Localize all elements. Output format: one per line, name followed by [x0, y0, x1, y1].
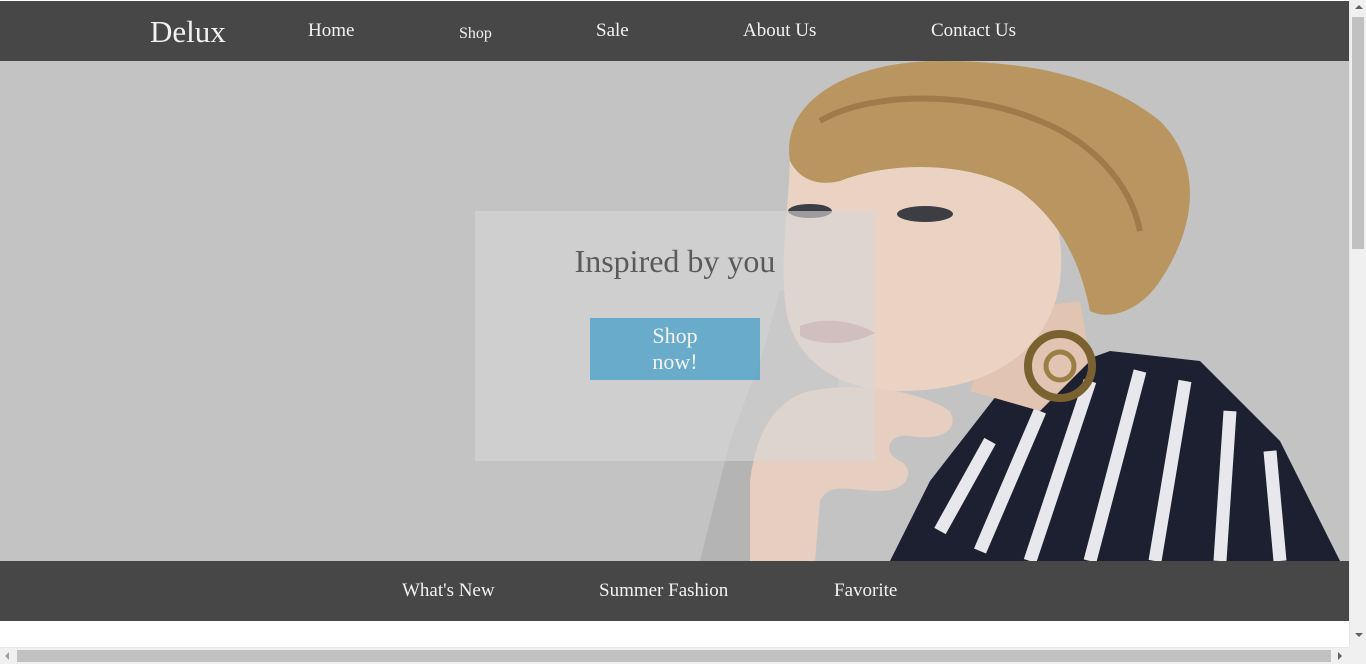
category-link-summer-fashion[interactable]: Summer Fashion — [599, 580, 728, 602]
horizontal-scroll-thumb[interactable] — [17, 650, 1331, 662]
scroll-up-arrow-icon[interactable] — [1355, 5, 1363, 9]
vertical-scroll-thumb[interactable] — [1352, 17, 1364, 249]
vertical-scrollbar[interactable] — [1349, 0, 1366, 647]
horizontal-scrollbar[interactable] — [0, 647, 1349, 664]
nav-link-about-us[interactable]: About Us — [743, 20, 816, 42]
nav-link-contact-us[interactable]: Contact Us — [931, 20, 1016, 42]
shop-now-button[interactable]: Shop now! — [590, 318, 760, 380]
brand-logo[interactable]: Delux — [150, 14, 226, 50]
hero-overlay-panel: Inspired by you Shop now! — [475, 211, 875, 461]
top-navigation-bar: Delux Home Shop Sale About Us Contact Us — [0, 1, 1349, 61]
category-navigation-bar: What's New Summer Fashion Favorite — [0, 561, 1349, 621]
nav-link-sale[interactable]: Sale — [596, 20, 629, 42]
scrollbar-corner — [1349, 647, 1366, 664]
scroll-down-arrow-icon[interactable] — [1355, 633, 1363, 637]
nav-link-shop[interactable]: Shop — [459, 23, 492, 45]
scroll-right-arrow-icon[interactable] — [1338, 652, 1342, 660]
scroll-left-arrow-icon[interactable] — [5, 652, 9, 660]
hero-banner: Inspired by you Shop now! — [0, 61, 1349, 561]
category-link-whats-new[interactable]: What's New — [402, 580, 495, 602]
nav-link-home[interactable]: Home — [308, 20, 354, 42]
page-viewport: Delux Home Shop Sale About Us Contact Us — [0, 0, 1349, 647]
hero-title: Inspired by you — [574, 243, 776, 279]
category-link-favorite[interactable]: Favorite — [834, 580, 897, 602]
